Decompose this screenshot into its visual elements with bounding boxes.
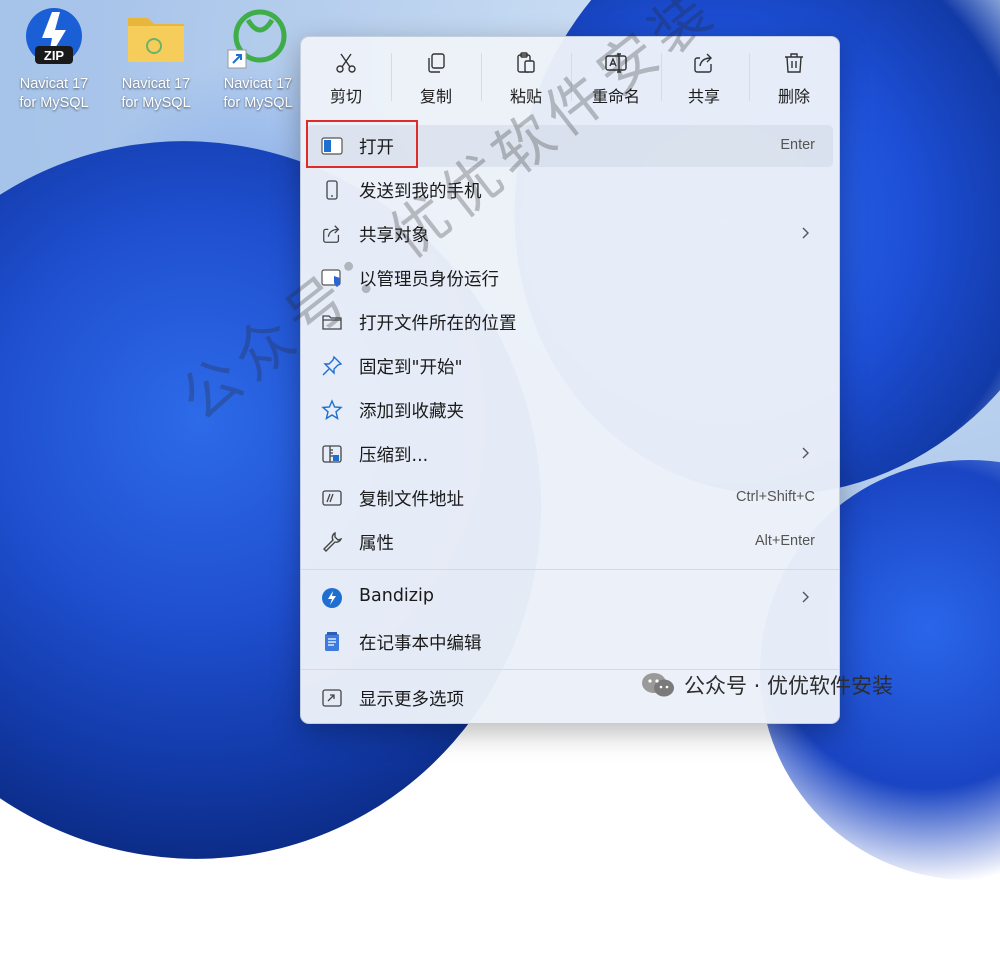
menu-item-label: 复制文件地址	[359, 490, 464, 510]
copy-button[interactable]: 复制	[399, 51, 473, 111]
pin-icon	[321, 355, 343, 377]
paste-icon	[514, 51, 538, 75]
desktop-icon-navicat-shortcut[interactable]: Navicat 17 for MySQL	[208, 6, 308, 118]
menu-separator	[301, 569, 839, 570]
zip-archive-icon: ZIP	[22, 6, 86, 70]
chevron-right-icon	[799, 445, 811, 461]
navicat-shortcut-icon	[226, 6, 290, 70]
scissors-icon	[334, 51, 358, 75]
share-icon	[321, 223, 343, 245]
zip-badge-text: ZIP	[44, 48, 65, 63]
menu-item-shortcut: Enter	[780, 137, 815, 153]
admin-shield-icon	[321, 267, 343, 289]
menu-item-copy-as-path[interactable]: 复制文件地址 Ctrl+Shift+C	[307, 477, 833, 519]
desktop-icon-label-line1: Navicat 17	[19, 76, 89, 92]
zip-icon	[321, 443, 343, 465]
wechat-icon	[640, 671, 676, 699]
desktop-icon-navicat-folder[interactable]: Navicat 17 for MySQL	[106, 6, 206, 118]
notepad-icon	[321, 631, 343, 653]
rename-label: 重命名	[591, 87, 640, 106]
share-button[interactable]: 共享	[667, 51, 741, 111]
paste-label: 粘贴	[509, 87, 542, 106]
copy-path-icon	[321, 487, 343, 509]
desktop-icon-label-line2: for MySQL	[19, 95, 89, 111]
desktop-icon-navicat-zip[interactable]: ZIP Navicat 17 for MySQL	[4, 6, 104, 118]
menu-item-label: 发送到我的手机	[359, 182, 482, 202]
share-label: 共享	[687, 87, 720, 106]
watermark-corner-text: 公众号 · 优优软件安装	[684, 674, 894, 698]
phone-icon	[321, 179, 343, 201]
folder-outline-icon	[321, 311, 343, 333]
star-icon	[321, 399, 343, 421]
chevron-right-icon	[799, 225, 811, 241]
menu-item-label: 压缩到...	[359, 446, 429, 466]
desktop-icon-label-line1: Navicat 17	[121, 76, 191, 92]
menu-item-label: 属性	[359, 534, 394, 554]
menu-item-bandizip[interactable]: Bandizip	[307, 577, 833, 619]
delete-button[interactable]: 删除	[757, 51, 831, 111]
watermark-corner: 公众号 · 优优软件安装	[640, 670, 893, 702]
menu-item-shortcut: Ctrl+Shift+C	[736, 489, 815, 505]
cut-label: 剪切	[329, 87, 362, 106]
cut-button[interactable]: 剪切	[309, 51, 383, 111]
trash-icon	[782, 51, 806, 75]
more-options-icon	[321, 687, 343, 709]
paste-button[interactable]: 粘贴	[489, 51, 563, 111]
menu-item-edit-in-notepad[interactable]: 在记事本中编辑	[307, 621, 833, 663]
menu-item-shortcut: Alt+Enter	[754, 533, 815, 549]
menu-item-pin-to-start[interactable]: 固定到"开始"	[307, 345, 833, 387]
menu-item-label: Bandizip	[359, 586, 434, 606]
menu-item-label: 打开文件所在的位置	[359, 314, 517, 334]
menu-item-label: 在记事本中编辑	[359, 634, 482, 654]
bandizip-icon	[321, 587, 343, 609]
delete-label: 删除	[777, 87, 810, 106]
menu-item-label: 以管理员身份运行	[359, 270, 499, 290]
copy-icon	[424, 51, 448, 75]
rename-icon	[604, 51, 628, 75]
menu-item-label: 固定到"开始"	[359, 358, 463, 378]
menu-item-properties[interactable]: 属性 Alt+Enter	[307, 521, 833, 563]
copy-label: 复制	[419, 87, 452, 106]
context-menu-toolbar: 剪切 复制 粘贴 重命名 共享 删除	[301, 37, 839, 119]
desktop-icon-label-line2: for MySQL	[121, 95, 191, 111]
chevron-right-icon	[799, 589, 811, 605]
folder-icon	[124, 6, 188, 70]
share-icon	[692, 51, 716, 75]
menu-item-add-to-favorites[interactable]: 添加到收藏夹	[307, 389, 833, 431]
highlight-box	[306, 120, 418, 168]
rename-button[interactable]: 重命名	[579, 51, 653, 111]
menu-item-open-file-location[interactable]: 打开文件所在的位置	[307, 301, 833, 343]
menu-item-send-to-phone[interactable]: 发送到我的手机	[307, 169, 833, 211]
menu-item-run-as-admin[interactable]: 以管理员身份运行	[307, 257, 833, 299]
wrench-icon	[321, 531, 343, 553]
menu-item-label: 显示更多选项	[359, 690, 464, 710]
desktop-icon-label-line2: for MySQL	[223, 95, 293, 111]
menu-item-label: 添加到收藏夹	[359, 402, 464, 422]
menu-item-compress-to[interactable]: 压缩到...	[307, 433, 833, 475]
menu-item-share-with[interactable]: 共享对象	[307, 213, 833, 255]
desktop-icon-label-line1: Navicat 17	[223, 76, 293, 92]
menu-item-label: 共享对象	[359, 226, 429, 246]
